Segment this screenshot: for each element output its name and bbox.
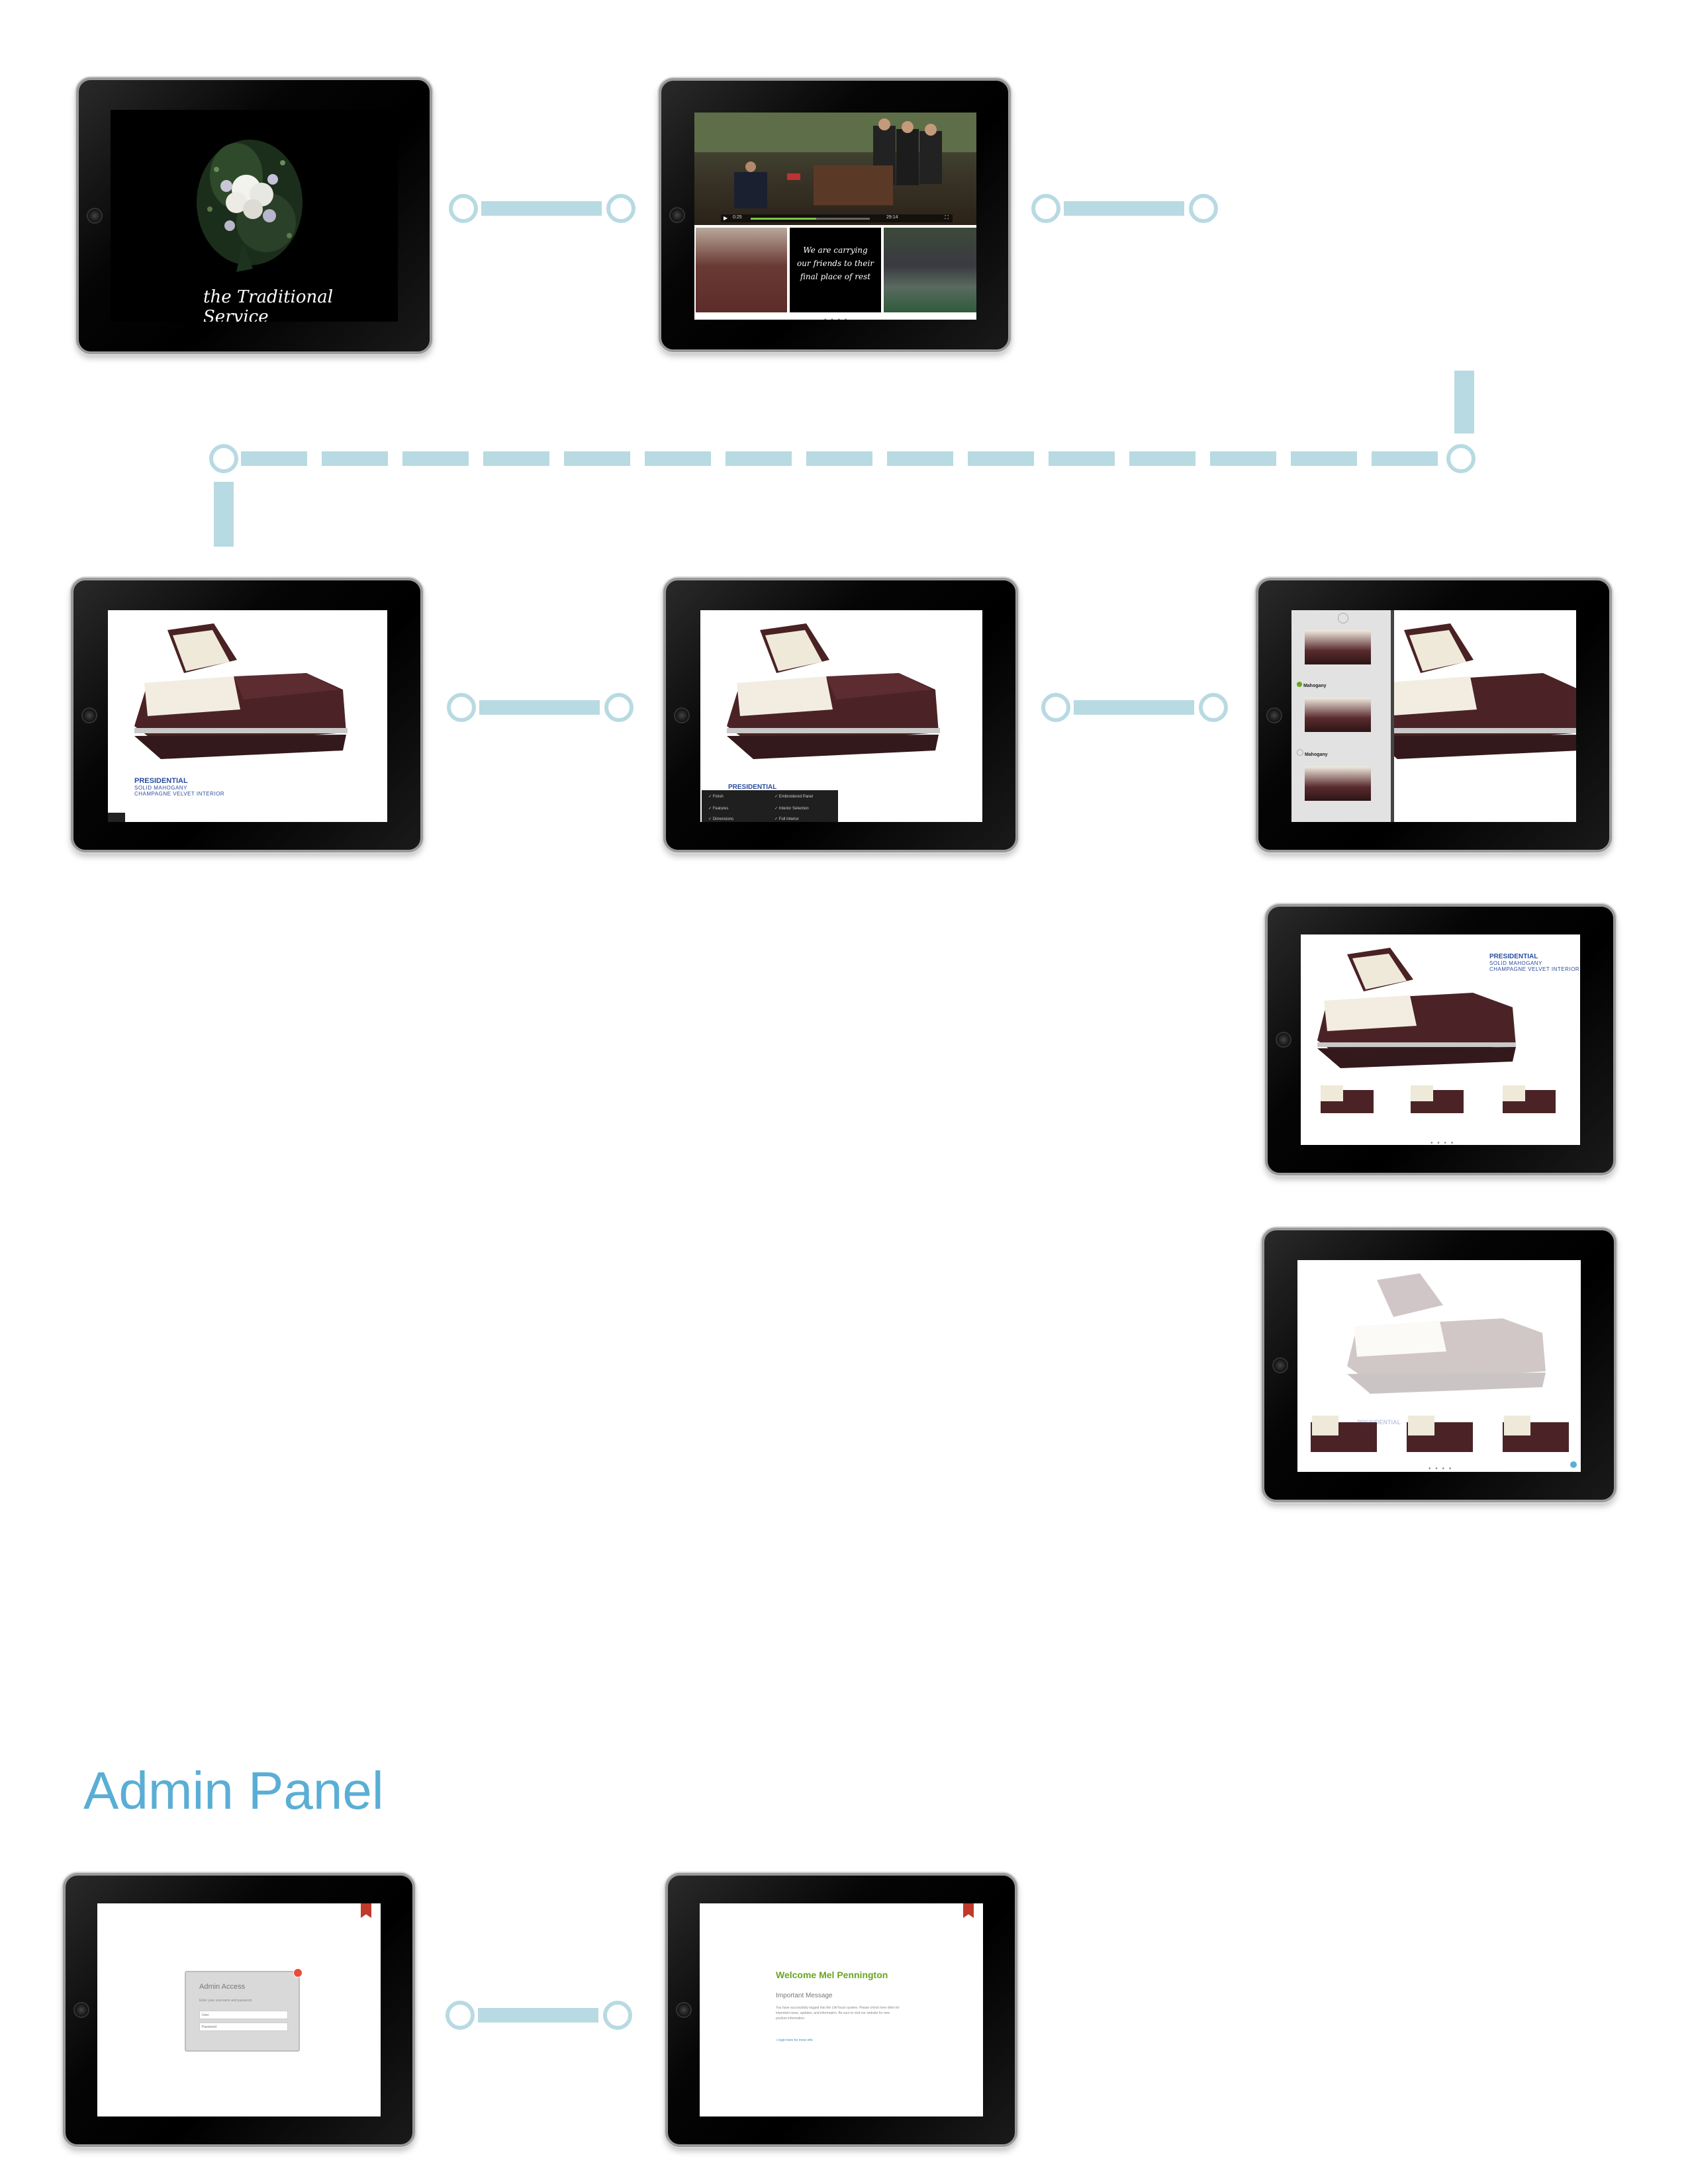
- home-button[interactable]: [1272, 1357, 1288, 1373]
- home-button[interactable]: [87, 208, 103, 224]
- username-input[interactable]: [199, 2011, 288, 2019]
- tablet-screen-admin-login: Admin Access Enter your username and pas…: [63, 1873, 415, 2147]
- home-button[interactable]: [73, 2002, 89, 2018]
- finish-thumb-3[interactable]: [1305, 766, 1371, 801]
- menu-item-label: Full Interior: [778, 817, 799, 821]
- screen-finish-picker: Mahogany Mahogany: [1291, 610, 1576, 822]
- home-button[interactable]: [674, 707, 690, 723]
- brand-presidential: PRESIDENTIAL SOLID MAHOGANY CHAMPAGNE VE…: [1489, 953, 1579, 972]
- screen-admin-login: Admin Access Enter your username and pas…: [97, 1903, 381, 2116]
- video-player[interactable]: ▶ 0:25 29:14 ⛶: [694, 113, 976, 225]
- check-icon: [1297, 682, 1302, 687]
- brand-name: PRESIDENTIAL: [1489, 953, 1538, 960]
- menu-item-label: Interior Selection: [778, 807, 809, 811]
- page-dots[interactable]: • • • •: [1430, 1140, 1454, 1145]
- menu-item-label: Dimensions: [712, 817, 734, 821]
- tablet-screen-finish-picker: Mahogany Mahogany: [1256, 578, 1612, 852]
- play-icon[interactable]: ▶: [724, 215, 727, 221]
- screen-admin-welcome: Welcome Mel Pennington Important Message…: [700, 1903, 983, 2116]
- menu-item-full-interior[interactable]: ✓ Full Interior: [774, 817, 799, 821]
- brand-name: PRESIDENTIAL: [134, 777, 188, 785]
- tablet-screen-casket-menu: PRESIDENTIAL ✓ Finish ✓ Embroidered Pane…: [663, 578, 1018, 852]
- admin-panel-heading: Admin Panel: [83, 1761, 384, 1820]
- video-progress[interactable]: [751, 218, 870, 220]
- procession-photo: [694, 113, 976, 208]
- login-hint: Enter your username and password: [199, 1999, 252, 2003]
- tablet-screen-casket-variants: PRESIDENTIAL SOLID MAHOGANY CHAMPAGNE VE…: [1265, 904, 1616, 1175]
- brand-line-2: CHAMPAGNE VELVET INTERIOR: [134, 791, 225, 797]
- menu-item-label: Features: [712, 807, 729, 811]
- quote-text: We are carrying our friends to their fin…: [796, 246, 874, 281]
- flow-connector-4: [1041, 693, 1228, 722]
- flow-connector-2: [1031, 194, 1218, 223]
- menu-toggle-button[interactable]: [108, 813, 125, 822]
- video-time-end: 29:14: [886, 215, 898, 220]
- dialog-close-icon[interactable]: [293, 1968, 303, 1978]
- video-controls-bar[interactable]: ▶ 0:25 29:14 ⛶: [721, 214, 953, 222]
- screen-video: ▶ 0:25 29:14 ⛶ We are carrying our frien…: [694, 113, 976, 320]
- menu-item-embroidered[interactable]: ✓ Embroidered Panel: [774, 794, 813, 799]
- casket-variant-thumbs: [1311, 1416, 1569, 1452]
- tablet-screen-admin-welcome: Welcome Mel Pennington Important Message…: [665, 1873, 1017, 2147]
- screen-casket-menu: PRESIDENTIAL ✓ Finish ✓ Embroidered Pane…: [700, 610, 982, 822]
- menu-item-label: Finish: [712, 795, 724, 799]
- screen-intro: the Traditional Service: [111, 110, 398, 322]
- finish-option-2[interactable]: Mahogany: [1297, 749, 1328, 757]
- tablet-screen-casket-faded: PRESIDENTIAL • • • •: [1262, 1228, 1617, 1502]
- welcome-title: Welcome Mel Pennington: [776, 1970, 888, 1980]
- finish-thumb-1[interactable]: [1305, 630, 1371, 664]
- video-time-start: 0:25: [733, 215, 742, 220]
- brand-line-1: SOLID MAHOGANY: [134, 785, 187, 791]
- home-button[interactable]: [81, 707, 97, 723]
- login-title: Admin Access: [199, 1983, 246, 1991]
- screen-casket-variants: PRESIDENTIAL SOLID MAHOGANY CHAMPAGNE VE…: [1301, 934, 1580, 1145]
- close-icon[interactable]: [1338, 613, 1348, 623]
- home-button[interactable]: [1276, 1032, 1291, 1048]
- intro-caption: the Traditional Service: [203, 287, 334, 322]
- radio-icon: [1297, 749, 1303, 756]
- bookmark-icon[interactable]: [361, 1903, 371, 1918]
- flow-connector-dashed: [209, 371, 1476, 547]
- menu-item-interior[interactable]: ✓ Interior Selection: [774, 806, 809, 811]
- options-menu-panel: ✓ Finish ✓ Embroidered Panel ✓ Features …: [702, 790, 838, 822]
- finish-thumb-2[interactable]: [1305, 698, 1371, 732]
- finish-sidebar: Mahogany Mahogany: [1291, 610, 1394, 822]
- finish-option-1[interactable]: Mahogany: [1297, 682, 1327, 688]
- finish-label: Mahogany: [1304, 752, 1328, 757]
- brand-name: PRESIDENTIAL: [1357, 1419, 1401, 1426]
- bookmark-icon[interactable]: [963, 1903, 974, 1918]
- flow-connector-admin: [445, 2001, 632, 2030]
- menu-item-label: Embroidered Panel: [778, 795, 814, 799]
- home-button[interactable]: [669, 207, 685, 223]
- menu-item-finish[interactable]: ✓ Finish: [708, 794, 724, 799]
- login-dialog: Admin Access Enter your username and pas…: [185, 1968, 303, 2052]
- finish-label: Mahogany: [1303, 684, 1327, 688]
- fullscreen-icon[interactable]: ⛶: [945, 214, 949, 221]
- info-icon[interactable]: [1570, 1461, 1577, 1468]
- welcome-link[interactable]: » login here for more info: [776, 2038, 813, 2042]
- screen-casket-detail: PRESIDENTIAL SOLID MAHOGANY CHAMPAGNE VE…: [108, 610, 387, 822]
- quote-card: We are carrying our friends to their fin…: [790, 228, 881, 312]
- welcome-body: You have successfully logged into the Li…: [776, 2006, 900, 2021]
- flow-connector-3: [447, 693, 633, 722]
- page-dots[interactable]: • • • •: [824, 316, 848, 320]
- brand-presidential: PRESIDENTIAL SOLID MAHOGANY CHAMPAGNE VE…: [134, 777, 224, 797]
- home-button[interactable]: [1266, 707, 1282, 723]
- tablet-screen-casket-detail: PRESIDENTIAL SOLID MAHOGANY CHAMPAGNE VE…: [71, 578, 423, 852]
- brand-line-1: SOLID MAHOGANY: [1489, 960, 1542, 966]
- welcome-subtitle: Important Message: [776, 1992, 833, 1999]
- tablet-screen-video: ▶ 0:25 29:14 ⛶ We are carrying our frien…: [659, 78, 1011, 352]
- menu-item-features[interactable]: ✓ Features: [708, 806, 728, 811]
- password-input[interactable]: [199, 2023, 288, 2031]
- home-button[interactable]: [676, 2002, 692, 2018]
- menu-item-dimensions[interactable]: ✓ Dimensions: [708, 817, 733, 821]
- casket-thumb-1[interactable]: [696, 228, 787, 312]
- screen-casket-faded: PRESIDENTIAL • • • •: [1297, 1260, 1581, 1472]
- tablet-screen-intro: the Traditional Service: [76, 77, 432, 354]
- page-dots[interactable]: • • • •: [1429, 1465, 1452, 1472]
- flow-connector-1: [449, 194, 635, 223]
- casket-thumb-2[interactable]: [884, 228, 976, 312]
- brand-line-2: CHAMPAGNE VELVET INTERIOR: [1489, 966, 1580, 972]
